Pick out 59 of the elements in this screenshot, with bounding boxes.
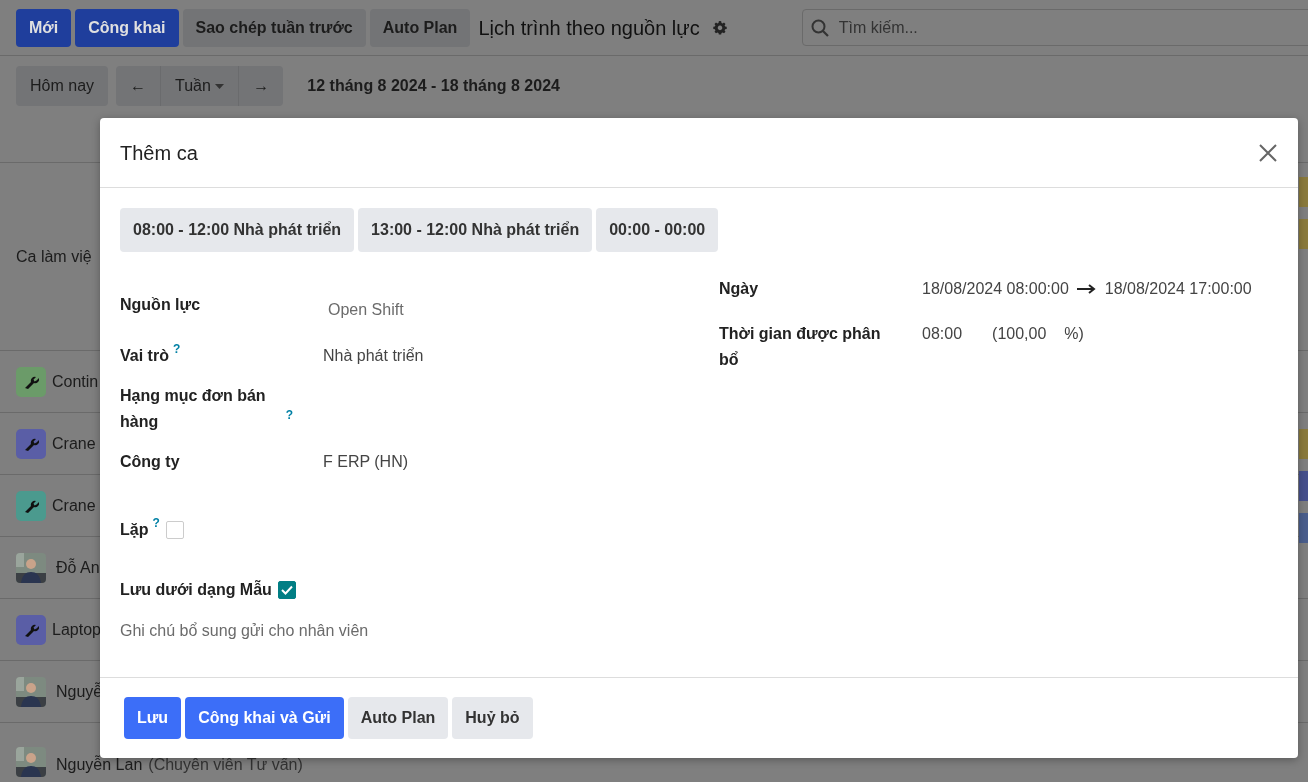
template-button[interactable]: 00:00 - 00:00 bbox=[596, 208, 719, 252]
date-start[interactable]: 18/08/2024 08:00:00 bbox=[922, 276, 1069, 302]
resource-name: Nguyễn Lan bbox=[56, 754, 143, 775]
row-label: Ca làm việ bbox=[16, 246, 92, 267]
footer-button[interactable]: Auto Plan bbox=[347, 697, 449, 739]
date-range: 12 tháng 8 2024 - 18 tháng 8 2024 bbox=[307, 76, 560, 96]
checkbox[interactable] bbox=[277, 581, 296, 599]
field-label: Công ty bbox=[120, 452, 180, 472]
resource-name: Contin bbox=[52, 371, 99, 392]
scale-dropdown[interactable]: Tuần bbox=[160, 66, 239, 106]
footer-button[interactable]: Lưu bbox=[124, 697, 182, 739]
field-label: Lặp bbox=[120, 520, 149, 540]
resource-role: (Chuyên viên Tư vấn) bbox=[148, 755, 303, 775]
arrow-icon bbox=[1076, 284, 1097, 294]
previous-button[interactable]: ← bbox=[116, 66, 161, 106]
footer-button[interactable]: Công khai và Gửi bbox=[185, 697, 344, 739]
gear-icon[interactable] bbox=[711, 19, 728, 36]
field-label: Thời gian được phân bổ bbox=[719, 324, 882, 370]
field-value[interactable]: F ERP (HN) bbox=[323, 449, 409, 475]
shift-block[interactable] bbox=[1299, 219, 1308, 249]
date-end[interactable]: 18/08/2024 17:00:00 bbox=[1104, 276, 1252, 302]
field-label: Nguồn lực bbox=[120, 295, 201, 315]
page-title: Lịch trình theo nguồn lực bbox=[478, 15, 700, 41]
today-button[interactable]: Hôm nay bbox=[16, 66, 109, 106]
resource-name: Crane bbox=[52, 433, 96, 454]
toolbar-button[interactable]: Mới bbox=[16, 8, 72, 47]
field-label: Vai trò bbox=[120, 346, 169, 366]
close-icon[interactable] bbox=[1258, 142, 1278, 163]
search-icon bbox=[810, 18, 829, 37]
next-button[interactable]: → bbox=[238, 66, 284, 106]
search-input[interactable]: Tìm kiếm... bbox=[836, 14, 1048, 41]
field-label: Hạng mục đơn bán hàng bbox=[120, 386, 267, 432]
resource-name: Laptop bbox=[52, 619, 101, 640]
help-mark[interactable]: ? bbox=[172, 343, 181, 355]
toolbar-button[interactable]: Sao chép tuần trước bbox=[182, 8, 366, 47]
field-value[interactable]: Nhà phát triển bbox=[323, 343, 424, 369]
percent-unit: %) bbox=[1064, 324, 1084, 344]
resource-name: Đỗ An bbox=[56, 557, 100, 578]
help-mark[interactable]: ? bbox=[152, 517, 160, 529]
footer-button[interactable]: Huỷ bỏ bbox=[452, 697, 533, 739]
caret-icon bbox=[215, 83, 225, 90]
help-mark[interactable]: ? bbox=[285, 409, 293, 421]
toolbar-button[interactable]: Công khai bbox=[75, 8, 179, 47]
dialog-title: Thêm ca bbox=[120, 140, 198, 166]
shift-block[interactable] bbox=[1299, 471, 1308, 501]
field-label: Ngày bbox=[719, 279, 760, 299]
shift-block[interactable] bbox=[1299, 429, 1308, 459]
field-label: Lưu dưới dạng Mẫu bbox=[120, 579, 272, 600]
toolbar-button[interactable]: Auto Plan bbox=[369, 8, 471, 47]
shift-block[interactable] bbox=[1299, 177, 1308, 207]
resource-name: Nguyễ bbox=[56, 681, 103, 702]
shift-block[interactable] bbox=[1299, 513, 1308, 543]
resource-name: Crane bbox=[52, 495, 96, 516]
search-field[interactable]: Tìm kiếm... bbox=[801, 9, 1308, 46]
template-button[interactable]: 08:00 - 12:00 Nhà phát triển bbox=[120, 208, 355, 252]
template-button[interactable]: 13:00 - 12:00 Nhà phát triển bbox=[358, 208, 593, 252]
percent-value[interactable]: (100,00 bbox=[992, 321, 1047, 347]
field-value[interactable]: Open Shift bbox=[328, 297, 404, 323]
hours-value[interactable]: 08:00 bbox=[922, 321, 963, 347]
